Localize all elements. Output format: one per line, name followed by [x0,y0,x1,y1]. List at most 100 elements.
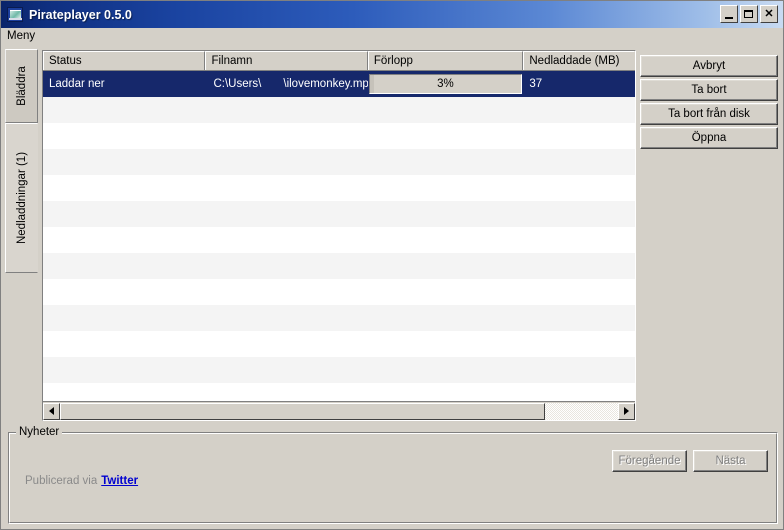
cell-empty [205,201,367,227]
news-content: Publicerad via Twitter [25,475,138,487]
cell-empty [368,227,523,253]
cell-empty [368,305,523,331]
cell-empty [43,123,205,149]
table-row[interactable]: Laddar ner C:\Users\ \ilovemonkey.mp4 3%… [43,71,635,97]
remove-from-disk-button[interactable]: Ta bort från disk [640,103,778,125]
cell-progress: 3% [368,71,523,97]
tab-browse[interactable]: Bläddra [5,49,38,123]
cell-size: 37 [529,78,543,90]
progress-bar: 3% [368,74,522,94]
filename-prefix: C:\Users\ [213,78,262,90]
cell-empty [205,149,367,175]
cell-empty [205,175,367,201]
table-row-empty[interactable] [43,201,635,227]
cell-empty [523,253,635,279]
downloads-list-panel: Status Filnamn Förlopp Nedladdade (MB) L… [42,50,636,421]
cell-empty [523,227,635,253]
cell-empty [43,227,205,253]
progress-bar-label: 3% [437,78,454,90]
scrollbar-track[interactable] [60,402,618,420]
cell-empty [368,357,523,383]
cell-empty [523,123,635,149]
news-group-label: Nyheter [16,426,63,438]
cell-empty [205,305,367,331]
table-row-empty[interactable] [43,123,635,149]
window-title: Pirateplayer 0.5.0 [29,7,132,22]
title-bar: Pirateplayer 0.5.0 ✕ [1,1,783,28]
cell-empty [43,201,205,227]
cell-empty [205,331,367,357]
table-row-empty[interactable] [43,175,635,201]
action-button-group: Avbryt Ta bort Ta bort från disk Öppna [640,55,778,151]
cell-empty [43,305,205,331]
cell-empty [43,175,205,201]
column-header-progress[interactable]: Förlopp [367,51,524,70]
twitter-link[interactable]: Twitter [101,475,138,487]
cell-empty [43,279,205,305]
news-published-text: Publicerad via [25,475,98,487]
cell-empty [368,253,523,279]
cell-empty [368,123,523,149]
table-row-empty[interactable] [43,227,635,253]
news-group-box: Nyheter Publicerad via Twitter Föregåend… [8,426,778,524]
remove-button[interactable]: Ta bort [640,79,778,101]
table-header-row: Status Filnamn Förlopp Nedladdade (MB) [43,51,635,71]
minimize-button[interactable] [720,5,738,23]
maximize-button[interactable] [740,5,758,23]
table-row-empty[interactable] [43,253,635,279]
table-row-empty[interactable] [43,97,635,123]
cell-empty [368,201,523,227]
table-row-empty[interactable] [43,305,635,331]
scrollbar-thumb[interactable] [60,402,546,420]
tab-downloads[interactable]: Nedladdningar (1) [5,123,38,273]
table-row-empty[interactable] [43,331,635,357]
table-row-empty[interactable] [43,357,635,383]
cell-filename: C:\Users\ \ilovemonkey.mp4 [205,71,367,97]
next-button[interactable]: Nästa [693,450,768,472]
table-row-empty[interactable] [43,149,635,175]
cell-empty [205,279,367,305]
previous-button[interactable]: Föregående [612,450,687,472]
cell-empty [205,357,367,383]
filename-suffix: \ilovemonkey.mp4 [283,78,368,90]
tab-browse-label: Bläddra [15,66,28,106]
cell-empty [368,175,523,201]
cell-status: Laddar ner [49,78,105,90]
cell-empty [523,97,635,123]
cell-empty [43,357,205,383]
close-button[interactable]: ✕ [760,5,778,23]
progress-bar-fill [369,75,375,93]
cell-empty [523,305,635,331]
application-window: Pirateplayer 0.5.0 ✕ Meny Bläddra Nedlad… [0,0,784,530]
table-row-empty[interactable] [43,279,635,305]
cell-empty [523,331,635,357]
window-controls: ✕ [720,5,778,23]
cell-empty [368,97,523,123]
close-icon: ✕ [764,7,774,20]
open-button[interactable]: Öppna [640,127,778,149]
table-body: Laddar ner C:\Users\ \ilovemonkey.mp4 3%… [43,71,635,409]
horizontal-scrollbar[interactable] [43,401,635,420]
cell-empty [368,149,523,175]
cell-empty [43,149,205,175]
cell-empty [523,149,635,175]
cell-empty [368,279,523,305]
menu-item-meny[interactable]: Meny [1,29,41,44]
cell-empty [523,201,635,227]
cell-empty [205,253,367,279]
cell-empty [43,253,205,279]
column-header-filename[interactable]: Filnamn [205,51,368,70]
menu-bar: Meny [1,28,783,46]
news-nav-buttons: Föregående Nästa [612,450,768,472]
cell-empty [43,331,205,357]
cell-empty [205,227,367,253]
cell-empty [523,357,635,383]
cell-empty [205,123,367,149]
column-header-size[interactable]: Nedladdade (MB) [523,51,635,70]
arrow-left-icon[interactable] [43,402,60,420]
cancel-button[interactable]: Avbryt [640,55,778,77]
cell-empty [368,331,523,357]
column-header-status[interactable]: Status [43,51,206,70]
cell-empty [205,97,367,123]
arrow-right-icon[interactable] [618,402,635,420]
